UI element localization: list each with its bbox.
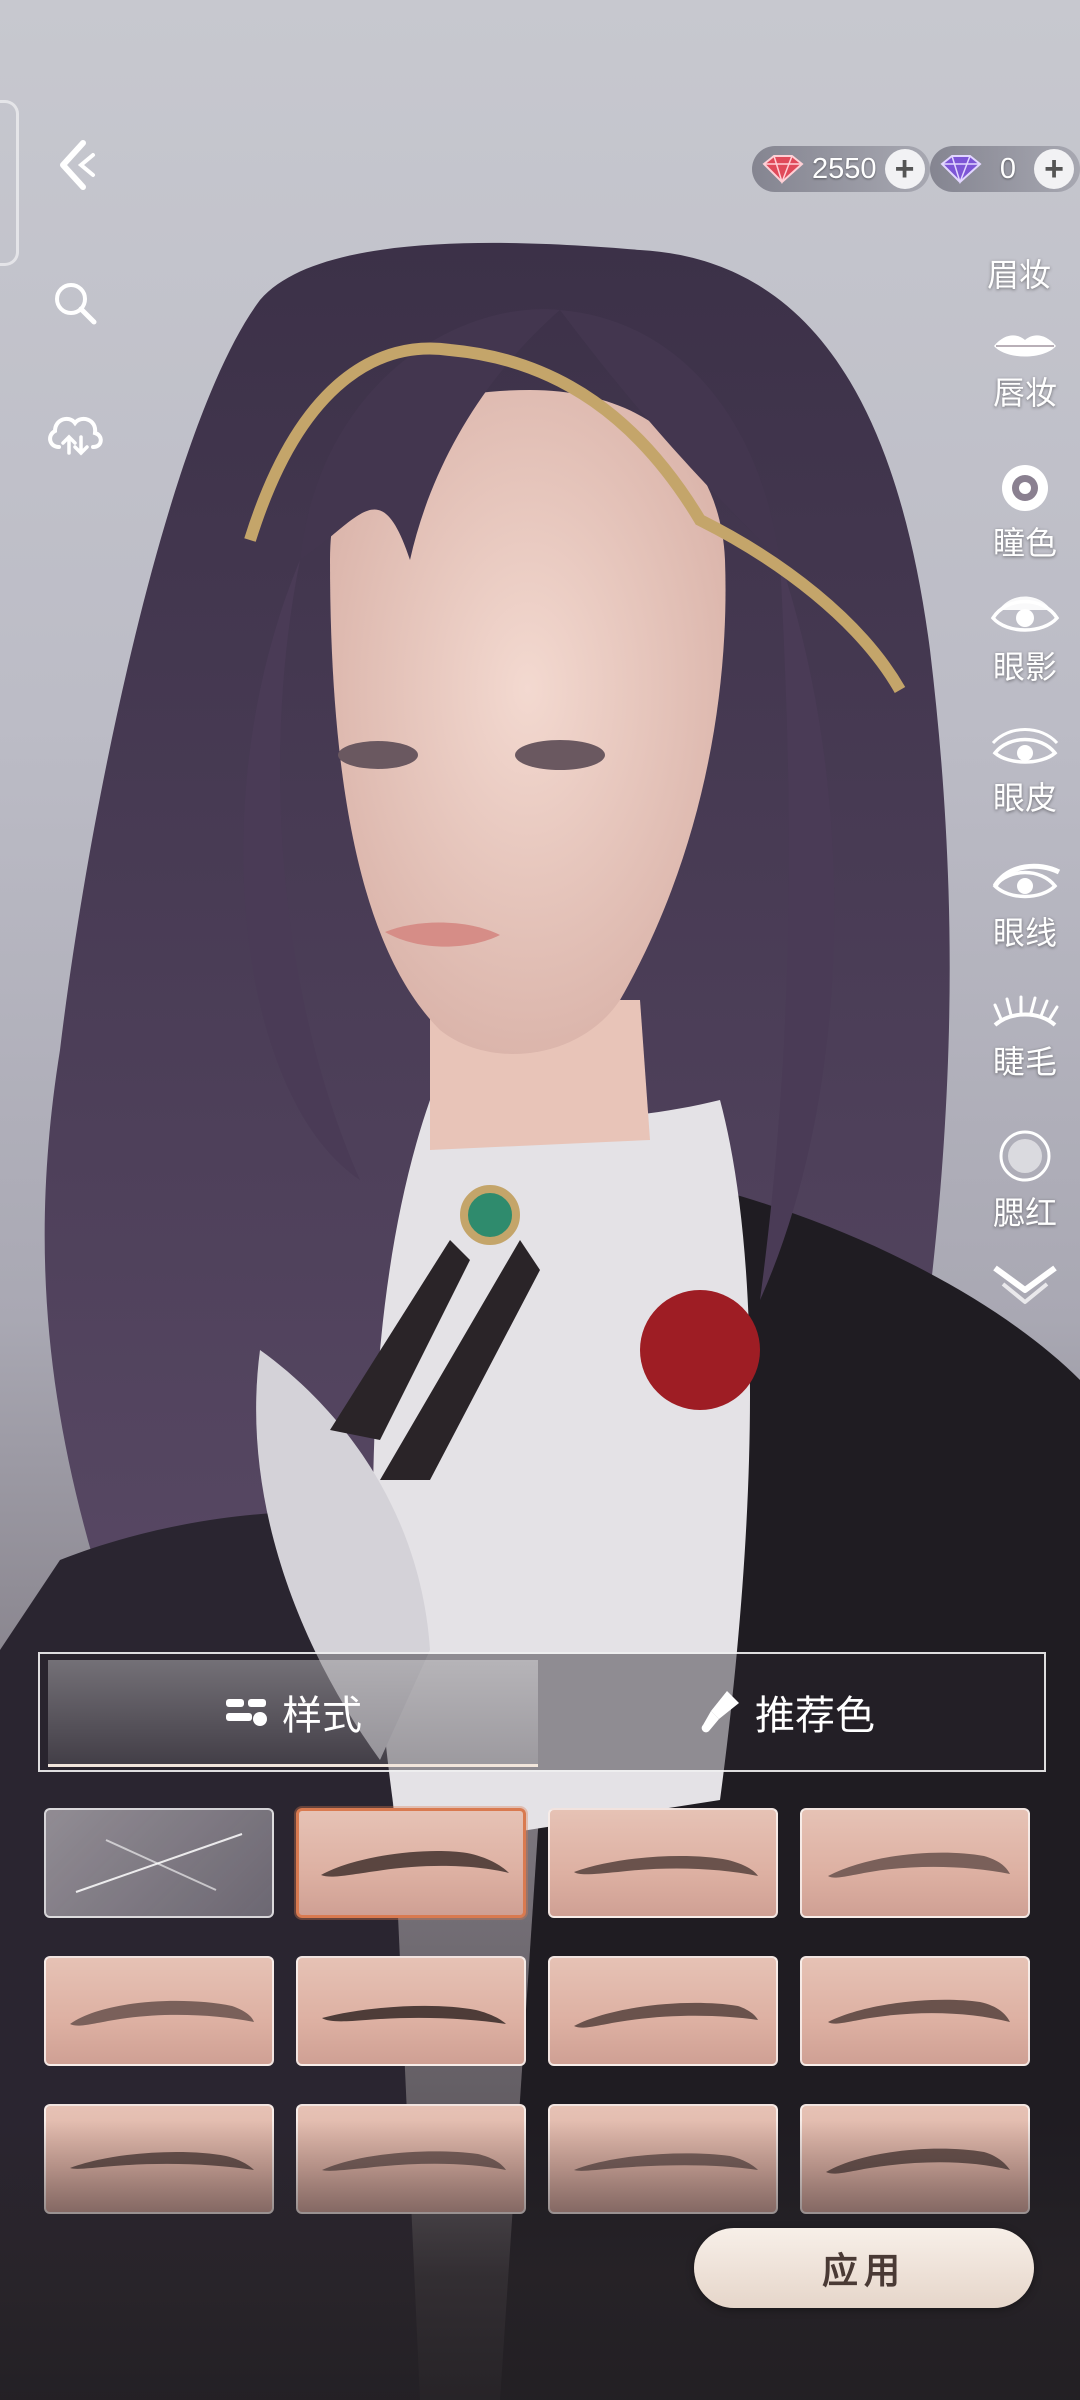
lips-icon (994, 335, 1056, 357)
apply-label: 应用 (821, 2250, 906, 2291)
tab-recommended-label: 推荐色 (755, 1694, 875, 1738)
category-label: 眼线 (992, 915, 1057, 951)
tab-style-label: 样式 (282, 1694, 362, 1738)
blush-icon (999, 1130, 1051, 1182)
amethyst-amount: 0 (999, 152, 1017, 185)
amethyst-currency: 0 + (930, 146, 1080, 192)
eyebrow-icon (70, 2000, 254, 2026)
chevron-down-icon (993, 1265, 1057, 1304)
plus-icon: + (894, 150, 915, 188)
eyebrow-icon (828, 1852, 1010, 1878)
style-option-1[interactable] (296, 1808, 526, 1918)
category-more-button[interactable] (970, 1260, 1080, 1312)
eyebrow-icon (321, 1851, 509, 1877)
tab-bar: 样式 推荐色 (38, 1652, 1046, 1772)
eyebrow-icon (828, 1999, 1010, 2024)
ruby-amount: 2550 (812, 152, 877, 185)
category-item-eyelash[interactable]: 睫毛 (970, 995, 1080, 1083)
style-option-4[interactable] (44, 1956, 274, 2066)
tab-style[interactable]: 样式 (48, 1660, 538, 1767)
style-option-2[interactable] (548, 1808, 778, 1918)
cloud-sync-button[interactable] (40, 398, 110, 468)
red-gem-icon (762, 155, 804, 184)
category-item-lips[interactable]: 唇妆 (970, 330, 1080, 414)
eyebrow-icon (322, 2005, 506, 2024)
category-label: 眼皮 (992, 780, 1057, 816)
back-icon (60, 140, 95, 190)
cloud-sync-icon (48, 416, 103, 456)
search-button[interactable] (40, 268, 110, 338)
brush-icon (701, 1691, 739, 1733)
category-label: 唇妆 (992, 375, 1057, 411)
eyeshadow-icon (990, 596, 1060, 632)
style-option-5[interactable] (296, 1956, 526, 2066)
side-frame (0, 100, 19, 266)
category-label: 腮红 (992, 1195, 1057, 1231)
category-item-pupil[interactable]: 瞳色 (970, 462, 1080, 564)
category-rail: 唇妆 瞳色 眼影 眼皮 眼线 睫毛 腮红 (970, 330, 1080, 1330)
style-none[interactable] (44, 1808, 274, 1918)
amethyst-add-button[interactable]: + (1034, 149, 1074, 189)
style-option-7[interactable] (800, 1956, 1030, 2066)
eyebrow-icon (574, 2002, 758, 2028)
category-label: 眼影 (992, 649, 1057, 685)
search-icon (55, 283, 97, 325)
apply-button[interactable]: 应用 (694, 2228, 1034, 2308)
category-current-label: 眉妆 (986, 257, 1051, 293)
category-item-eyeliner[interactable]: 眼线 (970, 860, 1080, 954)
category-item-eyelid[interactable]: 眼皮 (970, 725, 1080, 819)
eyeliner-icon (992, 863, 1061, 899)
category-current[interactable]: 眉妆 (964, 250, 1074, 296)
plus-icon: + (1044, 150, 1064, 188)
eyelash-icon (993, 995, 1059, 1027)
style-icon (226, 1699, 267, 1726)
style-option-6[interactable] (548, 1956, 778, 2066)
category-item-blush[interactable]: 腮红 (970, 1128, 1080, 1234)
eyebrow-icon (574, 1856, 758, 1876)
category-label: 睫毛 (992, 1044, 1057, 1080)
style-option-3[interactable] (800, 1808, 1030, 1918)
back-button[interactable] (40, 130, 110, 200)
tab-recommended[interactable]: 推荐色 (540, 1660, 1036, 1764)
eyelid-icon (991, 728, 1059, 764)
ruby-add-button[interactable]: + (884, 149, 925, 189)
category-label: 瞳色 (992, 525, 1057, 561)
ruby-currency: 2550 + (752, 146, 930, 192)
category-item-eyeshadow[interactable]: 眼影 (970, 590, 1080, 688)
purple-gem-icon (940, 155, 982, 184)
pupil-icon (1002, 465, 1048, 511)
none-icon (75, 1833, 243, 1893)
